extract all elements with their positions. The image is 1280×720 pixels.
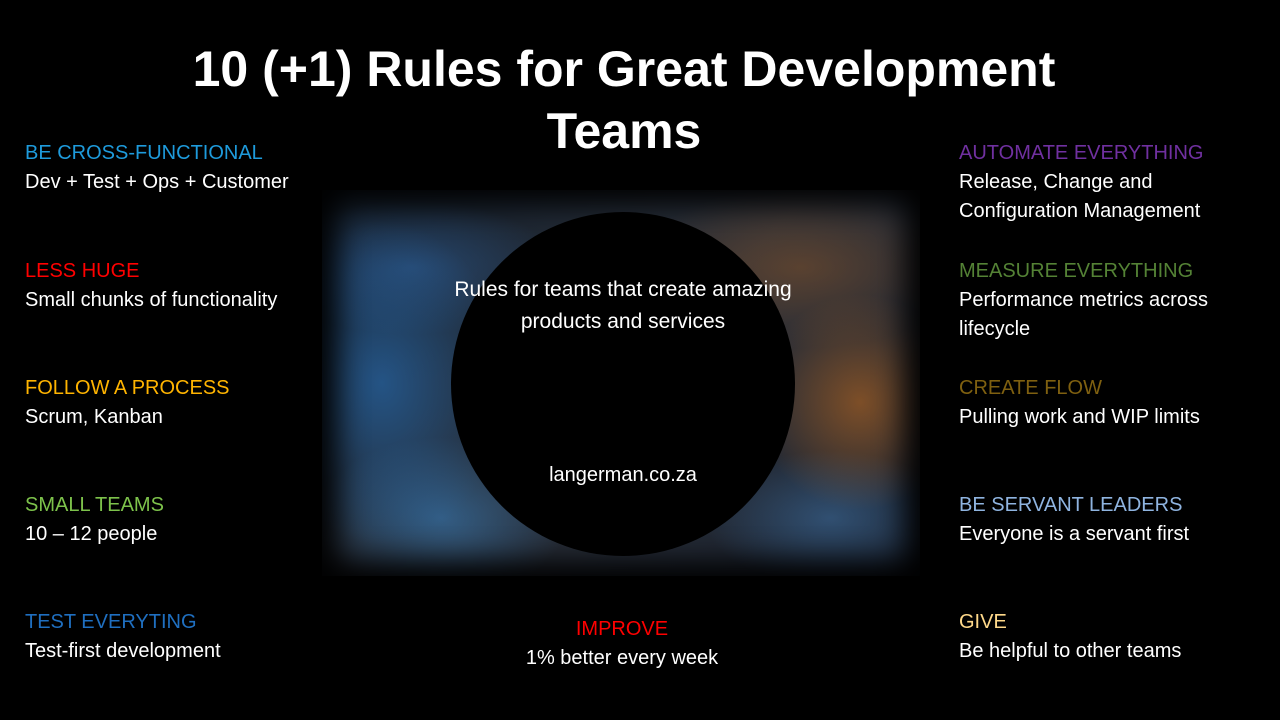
rule-heading: FOLLOW A PROCESS: [25, 377, 230, 399]
rule-heading: LESS HUGE: [25, 260, 140, 282]
rule-heading: IMPROVE: [575, 618, 669, 640]
rule-cross-functional: BE CROSS-FUNCTIONAL Dev + Test + Ops + C…: [25, 139, 289, 197]
rule-heading: MEASURE EVERYTHING: [959, 260, 1194, 282]
rule-detail: Test-first development: [25, 640, 221, 662]
rule-heading: TEST EVERYTING: [25, 611, 197, 633]
rule-heading: GIVE: [959, 611, 1007, 633]
rule-heading: AUTOMATE EVERYTHING: [959, 142, 1204, 164]
rule-detail: 1% better every week: [525, 647, 719, 669]
rule-detail: 10 – 12 people: [25, 523, 158, 545]
center-tagline: Rules for teams that create amazing prod…: [454, 278, 792, 333]
rule-detail: Release, Change and Configuration Manage…: [959, 171, 1201, 222]
rule-detail: Performance metrics across lifecycle: [959, 289, 1208, 340]
website-text: langerman.co.za: [549, 464, 697, 486]
rule-detail: Be helpful to other teams: [959, 640, 1182, 662]
rule-detail: Dev + Test + Ops + Customer: [25, 171, 289, 193]
rule-detail: Pulling work and WIP limits: [959, 406, 1200, 428]
rule-heading: CREATE FLOW: [959, 377, 1102, 399]
rule-servant-leaders: BE SERVANT LEADERS Everyone is a servant…: [959, 491, 1259, 549]
rule-heading: SMALL TEAMS: [25, 494, 164, 516]
rule-follow-process: FOLLOW A PROCESS Scrum, Kanban: [25, 374, 230, 432]
rule-detail: Small chunks of functionality: [25, 289, 278, 311]
rule-automate-everything: AUTOMATE EVERYTHING Release, Change and …: [959, 139, 1259, 226]
slide-title-line-1: 10 (+1) Rules for Great Development: [192, 41, 1056, 97]
rule-improve: IMPROVE 1% better every week: [490, 615, 754, 673]
rule-detail: Everyone is a servant first: [959, 523, 1190, 545]
rule-less-huge: LESS HUGE Small chunks of functionality: [25, 257, 277, 315]
rule-heading: BE CROSS-FUNCTIONAL: [25, 142, 263, 164]
rule-detail: Scrum, Kanban: [25, 406, 163, 428]
rule-create-flow: CREATE FLOW Pulling work and WIP limits: [959, 374, 1259, 432]
rule-test-everything: TEST EVERYTING Test-first development: [25, 608, 221, 666]
rule-give: GIVE Be helpful to other teams: [959, 608, 1259, 666]
rule-small-teams: SMALL TEAMS 10 – 12 people: [25, 491, 164, 549]
rule-measure-everything: MEASURE EVERYTHING Performance metrics a…: [959, 257, 1259, 344]
rule-heading: BE SERVANT LEADERS: [959, 494, 1183, 516]
center-black-circle: [451, 212, 795, 556]
